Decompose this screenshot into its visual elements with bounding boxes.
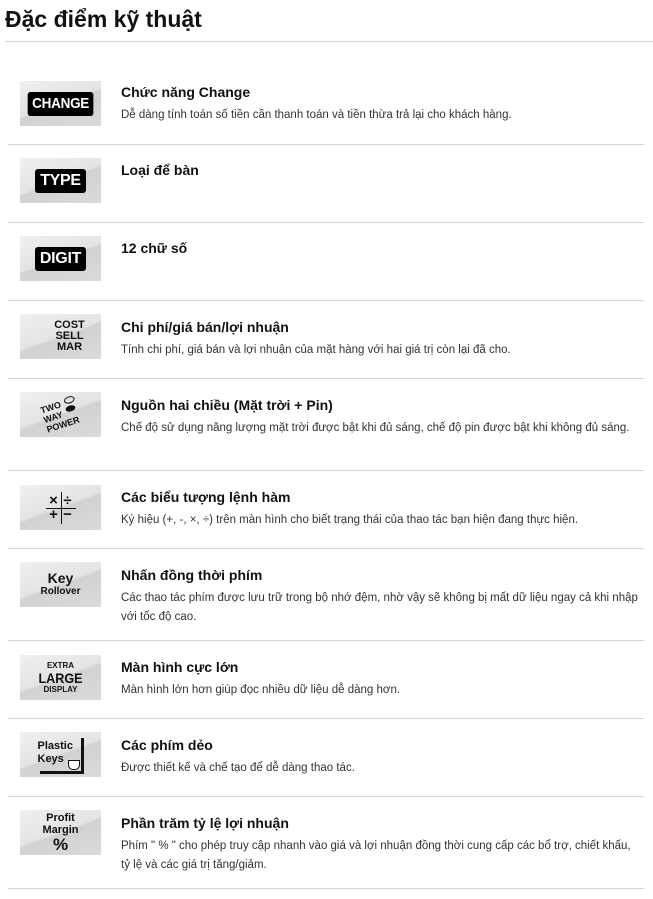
title-divider: [5, 41, 653, 42]
feature-item: DIGIT 12 chữ số: [8, 223, 644, 301]
feature-description: Ký hiệu (+, -, ×, ÷) trên màn hình cho b…: [121, 514, 579, 526]
feature-description: Màn hình lớn hơn giúp đọc nhiều dữ liệu …: [121, 684, 401, 696]
grid-horizontal-line: [45, 507, 76, 509]
feature-description: Được thiết kế và chế tạo để dễ dàng thao…: [121, 762, 355, 774]
feature-item: COST SELL MAR Chi phí/giá bán/lợi nhuận …: [8, 301, 644, 379]
icon-label: TYPE: [35, 168, 86, 193]
icon-label: Profit: [46, 811, 75, 824]
feature-title: Chi phí/giá bán/lợi nhuận: [121, 319, 289, 335]
extra-large-display-icon: EXTRA LARGE DISPLAY: [20, 655, 101, 700]
feature-item: Plastic Keys Các phím dẻo Được thiết kế …: [8, 719, 644, 797]
feature-description: Tính chi phí, giá bán và lợi nhuận của m…: [121, 344, 511, 356]
feature-title: 12 chữ số: [121, 240, 188, 256]
icon-label: Rollover: [40, 586, 81, 597]
feature-item: TWO WAY POWER Nguồn hai chiều (Mặt trời …: [8, 379, 644, 471]
feature-title: Loại để bàn: [121, 162, 199, 178]
digit-icon: DIGIT: [20, 236, 101, 281]
key-edge-icon: [80, 737, 84, 772]
icon-label: DIGIT: [34, 246, 87, 271]
minus-symbol: −: [63, 505, 72, 523]
operator-symbols-icon: × ÷ + −: [20, 485, 101, 530]
feature-title: Các phím dẻo: [121, 737, 213, 753]
feature-title: Màn hình cực lớn: [121, 659, 239, 675]
cost-sell-margin-icon: COST SELL MAR: [20, 314, 101, 359]
icon-label: DISPLAY: [43, 684, 78, 694]
feature-title: Nhấn đồng thời phím: [121, 567, 263, 583]
key-edge-icon: [39, 770, 84, 774]
feature-item: EXTRA LARGE DISPLAY Màn hình cực lớn Màn…: [8, 641, 644, 719]
feature-item: Profit Margin % Phần trăm tỷ lệ lợi nhuậ…: [8, 797, 644, 889]
plastic-keys-icon: Plastic Keys: [20, 732, 101, 777]
feature-item: TYPE Loại để bàn: [8, 145, 644, 223]
icon-label: MAR: [56, 341, 83, 353]
icon-label: CHANGE: [27, 91, 94, 116]
change-icon: CHANGE: [20, 81, 101, 126]
feature-description: Các thao tác phím được lưu trữ trong bộ …: [121, 592, 638, 623]
feature-item: × ÷ + − Các biểu tượng lệnh hàm Ký hiệu …: [8, 471, 644, 549]
profit-margin-icon: Profit Margin %: [20, 810, 101, 855]
hand-pointer-icon: [67, 759, 80, 770]
feature-title: Các biểu tượng lệnh hàm: [121, 489, 291, 505]
type-icon: TYPE: [20, 158, 101, 203]
feature-description: Chế độ sử dụng năng lượng mặt trời được …: [121, 422, 630, 434]
feature-description: Phím " % " cho phép truy cập nhanh vào g…: [121, 840, 631, 871]
page-title: Đặc điểm kỹ thuật: [5, 6, 202, 32]
key-rollover-icon: Key Rollover: [20, 562, 101, 607]
feature-description: Dễ dàng tính toán số tiền cần thanh toán…: [121, 109, 512, 121]
icon-label: Key: [47, 570, 74, 586]
icon-label: Plastic: [37, 739, 73, 752]
plus-symbol: +: [49, 505, 58, 523]
icon-label: LARGE: [38, 669, 83, 686]
feature-title: Phần trăm tỷ lệ lợi nhuận: [121, 815, 289, 831]
two-way-power-icon: TWO WAY POWER: [20, 392, 101, 437]
feature-title: Chức năng Change: [121, 84, 251, 100]
icon-label: %: [52, 834, 69, 854]
icon-label: Margin: [42, 823, 79, 836]
feature-title: Nguồn hai chiều (Mặt trời + Pin): [121, 397, 333, 413]
feature-item: CHANGE Chức năng Change Dễ dàng tính toá…: [8, 62, 644, 145]
feature-item: Key Rollover Nhấn đồng thời phím Các tha…: [8, 549, 644, 641]
